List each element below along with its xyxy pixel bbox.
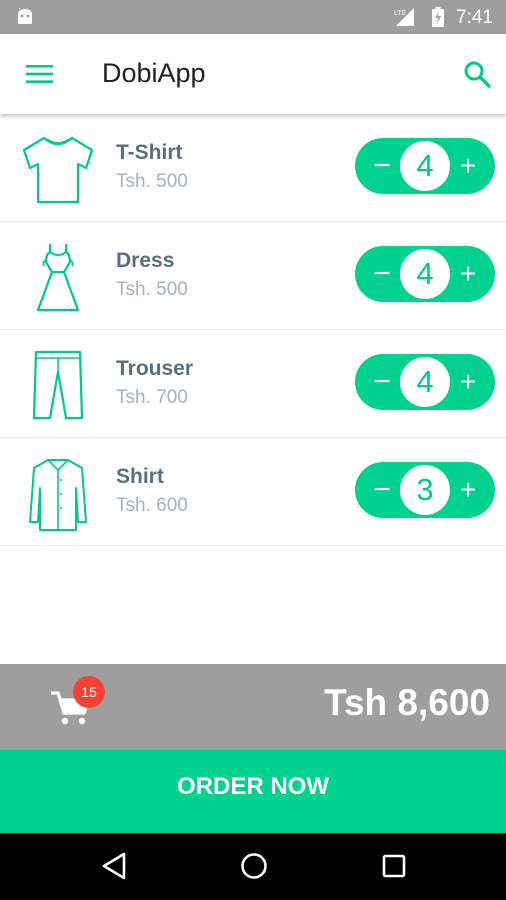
item-price: Tsh. 500 [116, 279, 188, 300]
item-price: Tsh. 700 [116, 387, 188, 408]
system-nav-bar [0, 833, 506, 900]
quantity-value: 4 [400, 141, 450, 191]
decrement-button[interactable]: − [367, 256, 397, 292]
shirt-icon [29, 459, 87, 531]
tshirt-icon [22, 136, 94, 204]
cart-summary-bar: 15 Tsh 8,600 [0, 664, 506, 750]
recent-apps-icon[interactable] [382, 854, 406, 878]
item-name: Trouser [116, 357, 194, 380]
status-time: 7:41 [456, 7, 493, 28]
quantity-stepper: − 4 + [355, 138, 495, 194]
quantity-stepper: − 4 + [355, 246, 495, 302]
item-price: Tsh. 500 [116, 171, 188, 192]
laundry-item-list: T-Shirt Tsh. 500 − 4 + Dress Tsh. 500 − … [0, 114, 506, 546]
item-price: Tsh. 600 [116, 495, 188, 516]
increment-button[interactable]: + [453, 472, 483, 508]
list-item: T-Shirt Tsh. 500 − 4 + [0, 114, 506, 222]
quantity-stepper: − 4 + [355, 354, 495, 410]
status-bar: LTE 7:41 [0, 0, 506, 34]
list-item: Dress Tsh. 500 − 4 + [0, 222, 506, 330]
app-title: DobiApp [102, 58, 206, 88]
quantity-value: 4 [400, 249, 450, 299]
quantity-value: 3 [400, 465, 450, 515]
svg-text:LTE: LTE [394, 10, 407, 17]
battery-charging-icon [432, 7, 444, 27]
decrement-button[interactable]: − [367, 472, 397, 508]
cart-count-badge: 15 [73, 676, 105, 708]
increment-button[interactable]: + [453, 364, 483, 400]
total-amount: Tsh 8,600 [324, 682, 490, 723]
order-now-button[interactable]: ORDER NOW [0, 750, 506, 833]
decrement-button[interactable]: − [367, 148, 397, 184]
dress-icon [36, 244, 80, 312]
search-icon[interactable] [463, 60, 491, 88]
lte-signal-icon: LTE [394, 8, 414, 26]
android-icon [18, 8, 32, 24]
app-bar: DobiApp [0, 34, 506, 114]
quantity-value: 4 [400, 357, 450, 407]
list-item: Shirt Tsh. 600 − 3 + [0, 438, 506, 546]
item-name: T-Shirt [116, 141, 183, 164]
increment-button[interactable]: + [453, 148, 483, 184]
quantity-stepper: − 3 + [355, 462, 495, 518]
list-item: Trouser Tsh. 700 − 4 + [0, 330, 506, 438]
increment-button[interactable]: + [453, 256, 483, 292]
home-icon[interactable] [240, 852, 268, 880]
trouser-icon [32, 350, 84, 420]
decrement-button[interactable]: − [367, 364, 397, 400]
menu-icon[interactable] [26, 63, 54, 85]
item-name: Shirt [116, 465, 164, 488]
item-name: Dress [116, 249, 175, 272]
back-icon[interactable] [100, 851, 128, 881]
